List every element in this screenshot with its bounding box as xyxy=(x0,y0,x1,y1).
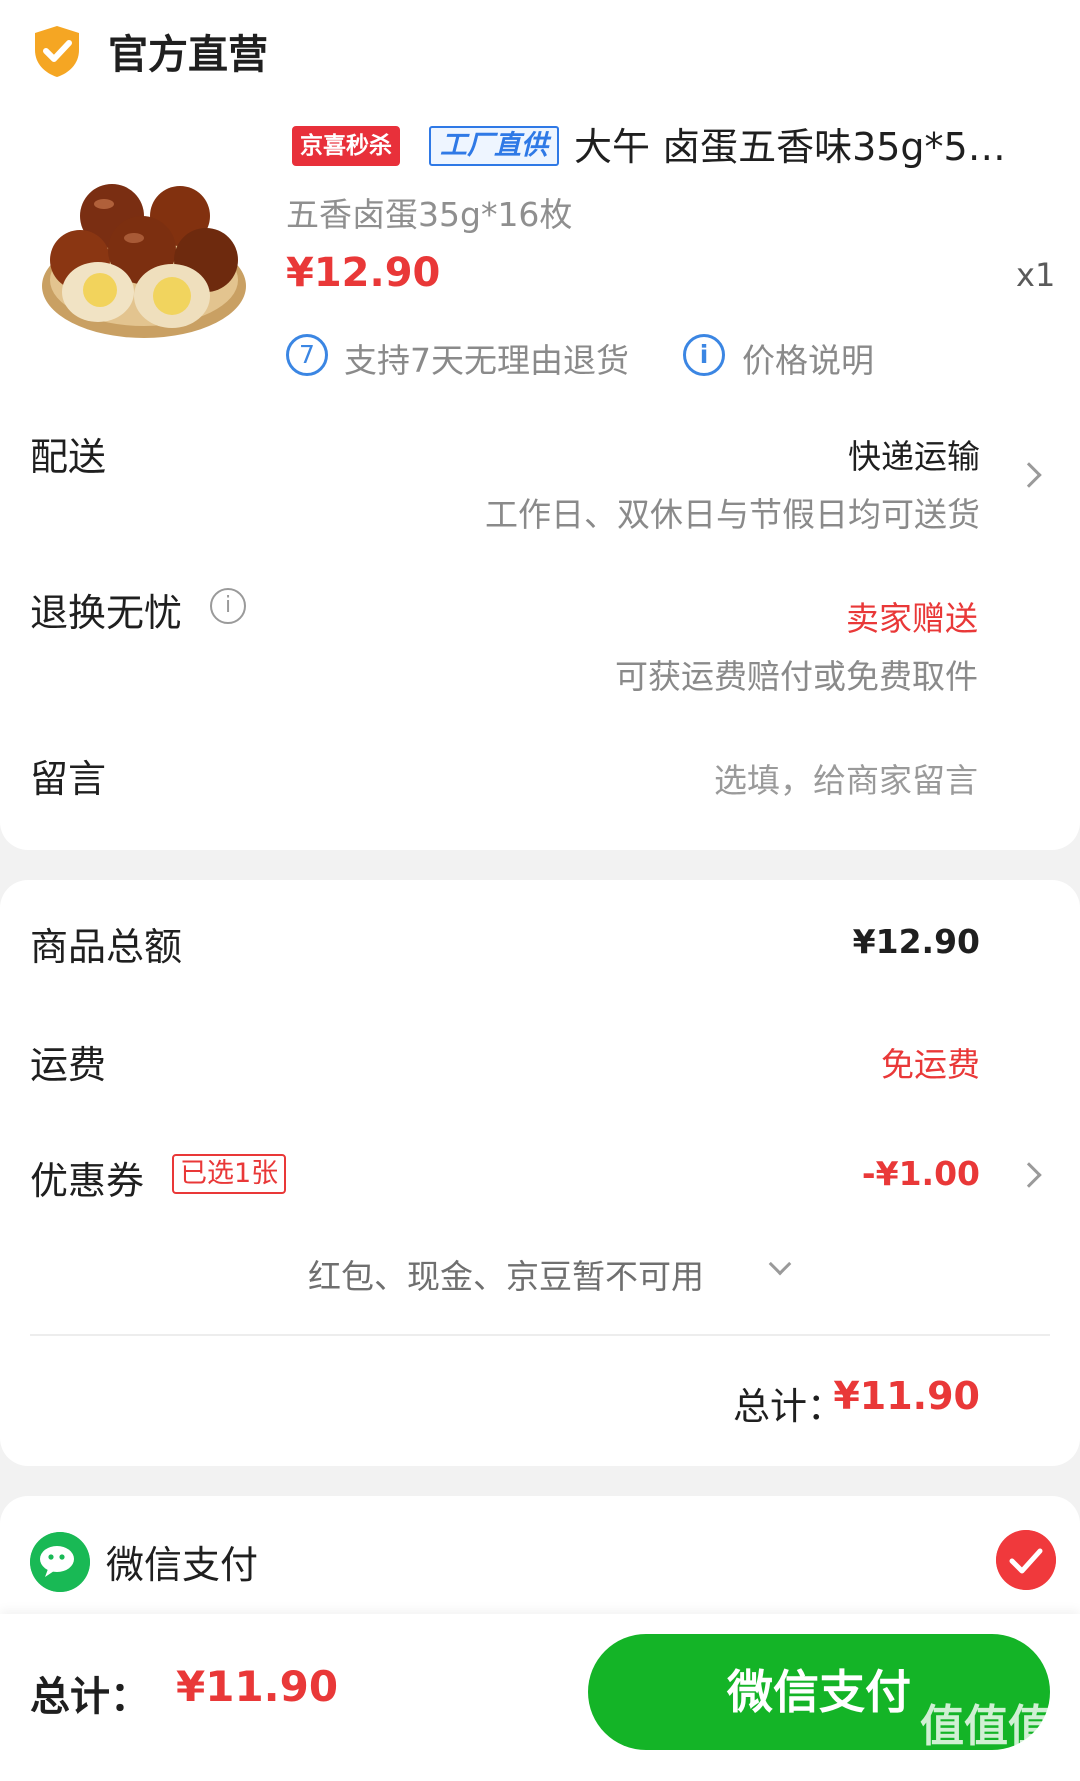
returns-note: 可获运费赔付或免费取件 xyxy=(615,657,978,696)
watermark-site: zhizhizhi.com xyxy=(924,1748,1046,1769)
message-label: 留言 xyxy=(30,757,107,801)
product-title[interactable]: 大午 卤蛋五香味35g*5… xyxy=(574,116,1040,171)
watermark-logo: 值值值 xyxy=(920,1701,1052,1752)
delivery-method[interactable]: 快递运输 xyxy=(848,430,980,478)
summary-total-value: ¥11.90 xyxy=(833,1374,980,1418)
price-info-icon[interactable]: i xyxy=(683,334,725,376)
coupon-value[interactable]: -¥1.00 xyxy=(862,1154,980,1193)
returns-value: 卖家赠送 xyxy=(846,599,978,638)
goods-total-value: ¥12.90 xyxy=(852,922,980,961)
summary-divider xyxy=(30,1334,1050,1336)
order-card: 官方直营 京喜秒杀 工厂直供 大午 卤蛋五香味35g*5… 五香卤蛋35g*16… xyxy=(0,0,1080,850)
coupon-selected-badge: 已选1张 xyxy=(172,1154,287,1194)
seven-day-return-icon: 7 xyxy=(286,334,328,376)
shop-name[interactable]: 官方直营 xyxy=(108,22,268,80)
summary-total-label: 总计： xyxy=(733,1385,844,1428)
delivery-label: 配送 xyxy=(30,435,107,479)
price-summary-card: 商品总额 ¥12.90 运费 免运费 优惠券 已选1张 -¥1.00 红包、现金… xyxy=(0,880,1080,1466)
product-spec[interactable]: 五香卤蛋35g*16枚 xyxy=(286,188,572,236)
shipping-value: 免运费 xyxy=(881,1045,980,1084)
returns-info-icon[interactable]: i xyxy=(210,588,246,624)
delivery-chevron-icon[interactable] xyxy=(1016,462,1042,488)
goods-total-label: 商品总额 xyxy=(30,925,183,969)
coupon-label[interactable]: 优惠券 xyxy=(30,1150,144,1205)
unavailable-note[interactable]: 红包、现金、京豆暂不可用 xyxy=(308,1250,704,1298)
product-image[interactable] xyxy=(38,168,250,344)
shipping-label: 运费 xyxy=(30,1043,107,1087)
returns-label: 退换无忧 xyxy=(30,591,183,635)
shield-check-icon xyxy=(35,26,79,77)
product-price: ¥12.90 xyxy=(286,250,441,296)
message-input[interactable]: 选填，给商家留言 xyxy=(714,754,978,802)
wechat-pay-label[interactable]: 微信支付 xyxy=(106,1534,258,1589)
bottom-total-label: 总计： xyxy=(30,1674,150,1720)
coupon-chevron-icon[interactable] xyxy=(1016,1162,1042,1188)
flash-sale-badge: 京喜秒杀 xyxy=(292,126,400,166)
wechat-icon xyxy=(30,1532,90,1592)
chevron-down-icon[interactable] xyxy=(768,1252,792,1276)
price-info-link[interactable]: 价格说明 xyxy=(742,334,874,382)
check-circle-icon[interactable] xyxy=(996,1530,1056,1590)
return-policy-text[interactable]: 支持7天无理由退货 xyxy=(344,334,629,382)
product-quantity: x1 xyxy=(1016,256,1056,294)
bottom-pay-bar: 总计： ¥11.90 微信支付 xyxy=(0,1614,1080,1781)
factory-direct-badge: 工厂直供 xyxy=(429,126,559,166)
delivery-note: 工作日、双休日与节假日均可送货 xyxy=(485,495,980,534)
bottom-total-value: ¥11.90 xyxy=(176,1662,339,1711)
